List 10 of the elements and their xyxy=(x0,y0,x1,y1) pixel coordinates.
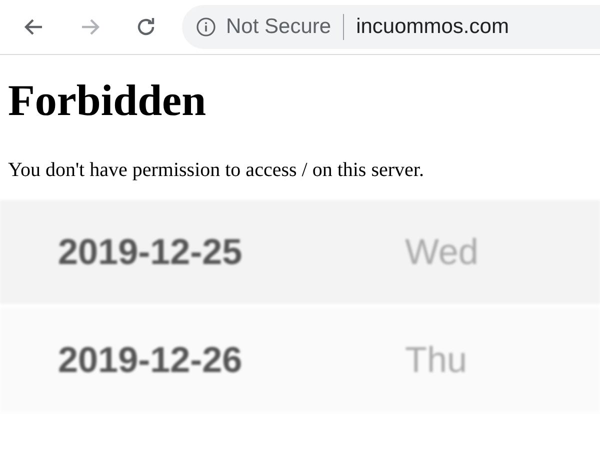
date-text: 2019-12-26 xyxy=(58,339,244,382)
security-label: Not Secure xyxy=(226,15,332,39)
url-text: incuommos.com xyxy=(356,15,509,39)
weekday-text: Wed xyxy=(405,231,478,274)
page-heading: Forbidden xyxy=(8,77,208,126)
date-text: 2019-12-25 xyxy=(58,231,244,274)
error-message: You don't have permission to access / on this server. xyxy=(8,159,425,182)
weekday-text: Thu xyxy=(405,339,468,382)
address-bar[interactable]: Not Secure incuommos.com xyxy=(182,5,600,49)
info-icon[interactable] xyxy=(196,17,216,37)
